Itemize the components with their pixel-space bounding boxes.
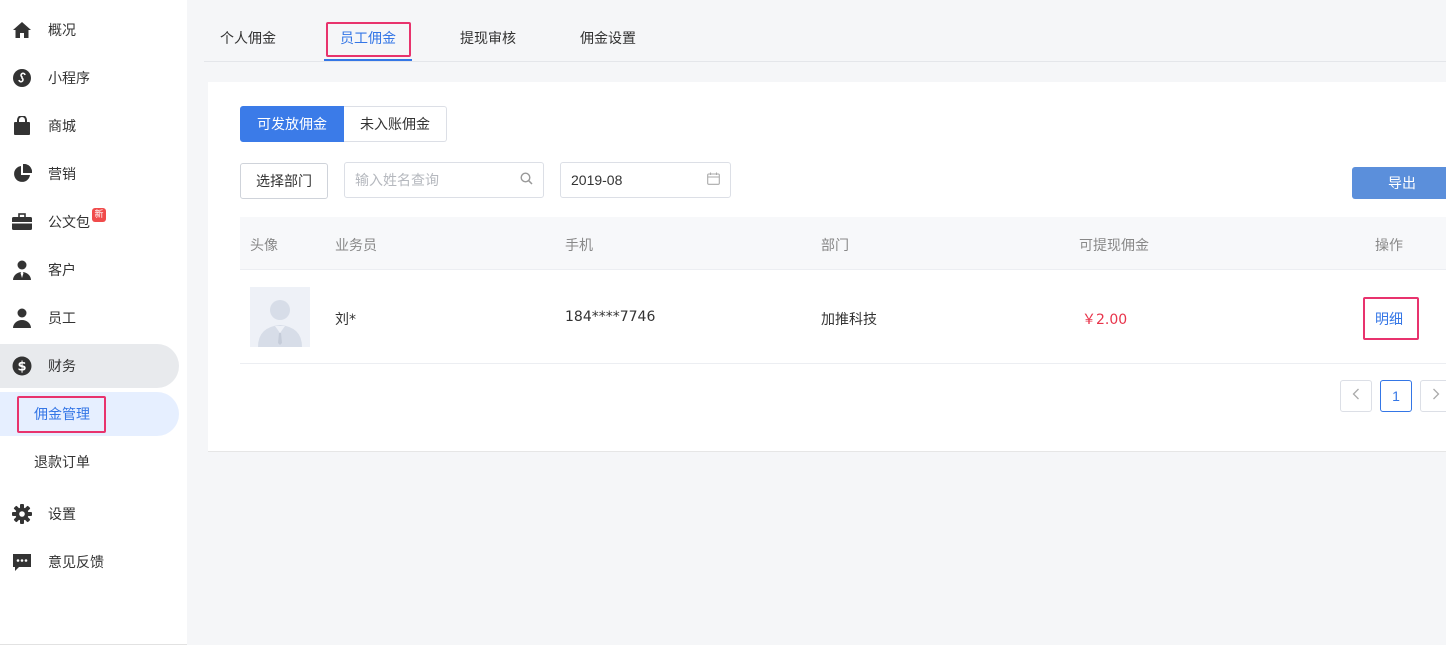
sidebar-subitem-commission-management[interactable]: 佣金管理 xyxy=(0,392,179,436)
sidebar-item-employee[interactable]: 员工 xyxy=(0,296,179,340)
sidebar-item-label: 客户 xyxy=(48,263,76,279)
salesperson-name: 刘* xyxy=(335,312,356,328)
sidebar-subitem-refund-orders[interactable]: 退款订单 xyxy=(0,440,179,484)
sidebar-item-label: 概况 xyxy=(48,23,76,39)
chevron-left-icon xyxy=(1352,388,1360,404)
column-header-withdrawable-commission: 可提现佣金 xyxy=(1079,238,1149,254)
sidebar-item-label: 营销 xyxy=(48,167,76,183)
tab-bar: 个人佣金 员工佣金 提现审核 佣金设置 xyxy=(204,18,1446,62)
sidebar: 概况 小程序 商城 营销 公文包 新 客户 员工 $ 财务 佣金管理 退款订单 … xyxy=(0,0,187,645)
column-header-action: 操作 xyxy=(1375,238,1403,254)
column-header-avatar: 头像 xyxy=(250,238,278,254)
sidebar-item-label: 财务 xyxy=(48,359,76,375)
tab-withdrawal-review[interactable]: 提现审核 xyxy=(460,28,516,48)
customer-icon xyxy=(12,260,32,280)
export-button[interactable]: 导出 xyxy=(1352,167,1446,199)
sidebar-item-briefcase[interactable]: 公文包 新 xyxy=(0,200,179,244)
page-number[interactable]: 1 xyxy=(1380,380,1412,412)
sidebar-item-overview[interactable]: 概况 xyxy=(0,8,179,52)
sidebar-item-settings[interactable]: 设置 xyxy=(0,492,179,536)
pie-chart-icon xyxy=(12,164,32,184)
search-icon xyxy=(520,171,533,189)
search-placeholder: 输入姓名查询 xyxy=(355,173,439,189)
column-header-department: 部门 xyxy=(821,238,849,254)
tab-commission-settings[interactable]: 佣金设置 xyxy=(580,28,636,48)
tab-underline xyxy=(324,59,412,61)
select-department-button[interactable]: 选择部门 xyxy=(240,163,328,199)
sidebar-item-label: 公文包 xyxy=(48,215,90,231)
sidebar-item-label: 设置 xyxy=(48,507,76,523)
sidebar-item-marketing[interactable]: 营销 xyxy=(0,152,179,196)
feedback-icon xyxy=(12,552,32,572)
sidebar-subitem-label: 佣金管理 xyxy=(34,407,90,423)
employee-icon xyxy=(12,308,32,328)
home-icon xyxy=(12,20,32,40)
commission-type-toggle: 可发放佣金 未入账佣金 xyxy=(240,106,447,142)
sidebar-item-finance[interactable]: $ 财务 xyxy=(0,344,179,388)
sidebar-item-mini-program[interactable]: 小程序 xyxy=(0,56,179,100)
month-value: 2019-08 xyxy=(571,172,623,188)
withdrawable-commission-amount: ￥2.00 xyxy=(1082,312,1128,328)
name-search-input[interactable]: 输入姓名查询 xyxy=(344,162,544,198)
svg-text:$: $ xyxy=(17,360,26,375)
shopping-bag-icon xyxy=(12,116,32,136)
sidebar-item-customer[interactable]: 客户 xyxy=(0,248,179,292)
avatar xyxy=(250,287,310,347)
details-link[interactable]: 明细 xyxy=(1375,309,1403,329)
previous-page-button[interactable] xyxy=(1340,380,1372,412)
sidebar-item-feedback[interactable]: 意见反馈 xyxy=(0,540,179,584)
department-name: 加推科技 xyxy=(821,312,877,328)
briefcase-icon xyxy=(12,212,32,232)
sidebar-item-label: 小程序 xyxy=(48,71,90,87)
tab-personal-commission[interactable]: 个人佣金 xyxy=(220,28,276,48)
new-badge: 新 xyxy=(92,208,106,222)
column-header-phone: 手机 xyxy=(565,238,593,254)
calendar-icon xyxy=(707,172,720,189)
table-header: 头像 业务员 手机 部门 可提现佣金 操作 xyxy=(240,217,1446,270)
table-row: 刘* 184****7746 加推科技 ￥2.00 明细 xyxy=(240,271,1446,364)
column-header-salesperson: 业务员 xyxy=(335,238,377,254)
chevron-right-icon xyxy=(1432,388,1440,404)
sidebar-subitem-label: 退款订单 xyxy=(34,455,90,471)
sidebar-item-label: 意见反馈 xyxy=(48,555,104,571)
dollar-icon: $ xyxy=(12,356,32,376)
month-picker[interactable]: 2019-08 xyxy=(560,162,731,198)
sidebar-item-mall[interactable]: 商城 xyxy=(0,104,179,148)
mini-program-icon xyxy=(12,68,32,88)
gear-icon xyxy=(12,504,32,524)
phone-number: 184****7746 xyxy=(565,309,656,325)
payable-commission-button[interactable]: 可发放佣金 xyxy=(240,106,344,142)
next-page-button[interactable] xyxy=(1420,380,1446,412)
main-card: 可发放佣金 未入账佣金 选择部门 输入姓名查询 2019-08 导出 头像 业务… xyxy=(208,82,1446,452)
unsettled-commission-button[interactable]: 未入账佣金 xyxy=(344,106,447,142)
tab-employee-commission[interactable]: 员工佣金 xyxy=(340,28,396,48)
sidebar-item-label: 商城 xyxy=(48,119,76,135)
sidebar-item-label: 员工 xyxy=(48,311,76,327)
